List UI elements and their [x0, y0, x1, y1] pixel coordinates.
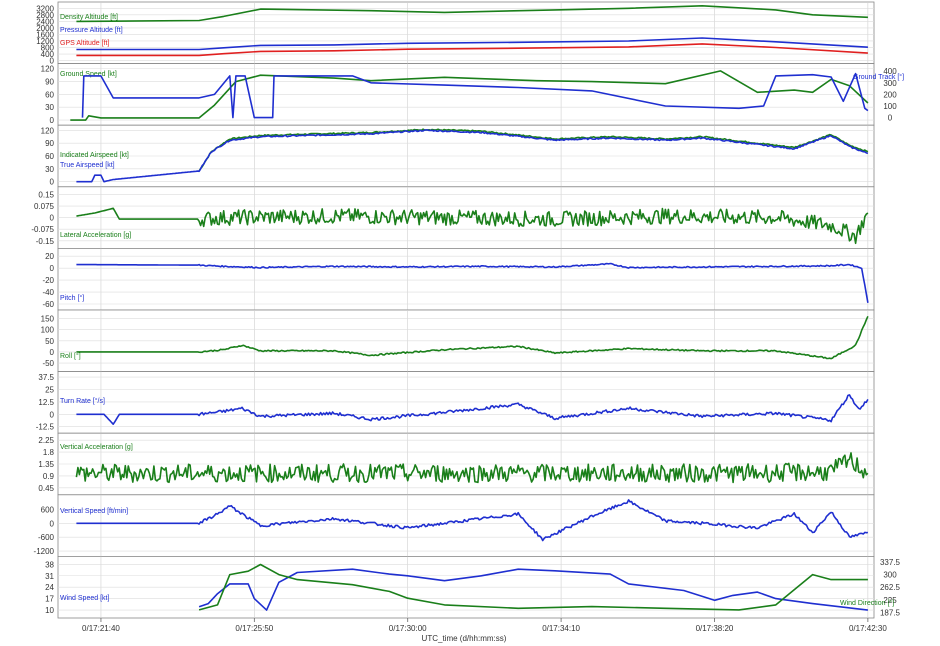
- x-axis-label: UTC_time (d/hh:mm:ss): [422, 634, 507, 643]
- y-tick-label: -20: [42, 276, 54, 285]
- y-tick-label: -0.075: [31, 225, 54, 234]
- panel-altitude: 0400800120016002000240028003200Density A…: [36, 1, 875, 66]
- panel-airspeed: 0 30 60 90 120 Indicated Airspeed [kt] True Ai…: [41, 124, 875, 188]
- x-tick-label: 0/17:25:50: [235, 624, 273, 633]
- y2-tick-label: 187.5: [880, 608, 901, 617]
- flight-data-chart: 0400800120016002000240028003200Density A…: [31, 1, 904, 643]
- y2-tick-label: 262.5: [880, 583, 901, 592]
- x-axis-ticks: 0/17:21:40 0/17:25:50 0/17:30:00 0/17:34:10…: [82, 618, 887, 633]
- y-tick-label: 0.45: [38, 484, 54, 493]
- y-tick-label: -0.15: [36, 237, 55, 246]
- chart-panels: 0400800120016002000240028003200Density A…: [31, 1, 904, 619]
- y-tick-label: 120: [41, 65, 55, 74]
- panel-frame: [57, 494, 875, 557]
- series-label: Vertical Acceleration [g]: [60, 444, 133, 451]
- y-tick-label: 31: [45, 572, 54, 581]
- y-tick-label: -60: [42, 300, 54, 309]
- x-tick-label: 0/17:38:20: [696, 624, 734, 633]
- y-tick-label: 0: [50, 214, 55, 223]
- y-tick-label: 0: [50, 410, 55, 419]
- y2-tick-label: 200: [883, 90, 897, 99]
- y-tick-label: 3200: [36, 4, 54, 13]
- series-label: Pitch [°]: [60, 294, 84, 302]
- y-tick-label: 0: [50, 348, 55, 357]
- x-tick-label: 0/17:34:10: [542, 624, 580, 633]
- series-label: Lateral Acceleration [g]: [60, 232, 131, 239]
- series-label: Wind Speed [kt]: [60, 595, 109, 602]
- y-tick-label: 60: [45, 90, 54, 99]
- y-tick-label: 12.5: [38, 398, 54, 407]
- y-tick-label: 1.8: [43, 448, 55, 457]
- panel-pitch: -60 -40 -20 0 20 Pitch [°]: [42, 247, 875, 311]
- panel-vertspeed: -1200 -600 0 600 Vertical Speed [ft/min]: [34, 494, 875, 557]
- y-tick-label: 25: [45, 385, 54, 394]
- y-tick-label: 90: [45, 139, 54, 148]
- y-tick-label: 17: [45, 595, 54, 604]
- y-tick-label: 50: [45, 337, 54, 346]
- y-tick-label: 150: [41, 315, 55, 324]
- y-tick-label: -12.5: [36, 423, 55, 432]
- y-tick-label: 0: [50, 178, 55, 187]
- y-tick-label: 30: [45, 165, 54, 174]
- y-tick-label: 20: [45, 252, 54, 261]
- y-tick-label: -600: [38, 533, 55, 542]
- y-tick-label: 1.35: [38, 460, 54, 469]
- y-tick-label: 90: [45, 78, 54, 87]
- y-tick-label: 0.15: [38, 190, 54, 199]
- y-tick-label: -50: [42, 359, 54, 368]
- series-label: Indicated Airspeed [kt]: [60, 152, 129, 159]
- y-tick-label: 24: [45, 583, 54, 592]
- y-tick-label: 0: [50, 264, 55, 273]
- x-tick-label: 0/17:30:00: [389, 624, 427, 633]
- y-tick-label: 120: [41, 126, 55, 135]
- y-tick-label: 0.075: [34, 202, 55, 211]
- series-label: Ground Track [°]: [853, 73, 904, 81]
- y-tick-label: -40: [42, 288, 54, 297]
- y-tick-label: 0: [50, 519, 55, 528]
- series-label: Ground Speed [kt]: [60, 71, 117, 78]
- series-label: GPS Altitude [ft]: [60, 40, 109, 47]
- y-tick-label: 0.9: [43, 472, 55, 481]
- y-tick-label: 2.25: [38, 436, 54, 445]
- y-tick-label: -1200: [34, 547, 55, 556]
- y-tick-label: 30: [45, 103, 54, 112]
- series-label: True Airspeed [kt]: [60, 162, 115, 169]
- panel-turnrate: -12.5 0 12.5 25 37.5 Turn Rate [°/s]: [36, 371, 875, 434]
- series-label: Pressure Altitude [ft]: [60, 27, 123, 34]
- x-tick-label: 0/17:21:40: [82, 624, 120, 633]
- panel-frame: [57, 371, 875, 434]
- panel-frame: [57, 247, 875, 311]
- series-label: Roll [°]: [60, 352, 81, 360]
- panel-roll: -50 0 50 100 150 Roll [°]: [41, 309, 875, 372]
- y-tick-label: 600: [41, 505, 55, 514]
- panel-wind: 1017243138187.5225262.5300337.5Wind Spee…: [45, 556, 901, 619]
- y2-tick-label: 337.5: [880, 558, 901, 567]
- panel-lateral: -0.15 -0.075 0 0.075 0.15 Lateral Acceleratio…: [31, 186, 875, 249]
- y2-tick-label: 300: [883, 571, 897, 580]
- y-tick-label: 0: [50, 116, 55, 125]
- y-tick-label: 38: [45, 560, 54, 569]
- y-tick-label: 100: [41, 326, 55, 335]
- series-label: Wind Direction [°]: [840, 599, 894, 607]
- series-label: Density Altitude [ft]: [60, 14, 118, 21]
- panel-ground: 03060901200100200300400Ground Speed [kt]…: [41, 63, 904, 126]
- series-label: Turn Rate [°/s]: [60, 397, 105, 405]
- y2-tick-label: 0: [888, 114, 893, 123]
- panel-vertacc: 0.45 0.9 1.35 1.8 2.25 Vertical Acceleration …: [38, 432, 875, 496]
- x-tick-label: 0/17:42:30: [849, 624, 887, 633]
- y-tick-label: 60: [45, 152, 54, 161]
- y-tick-label: 37.5: [38, 373, 54, 382]
- y-tick-label: 10: [45, 606, 54, 615]
- series-label: Vertical Speed [ft/min]: [60, 508, 128, 515]
- y2-tick-label: 100: [883, 102, 897, 111]
